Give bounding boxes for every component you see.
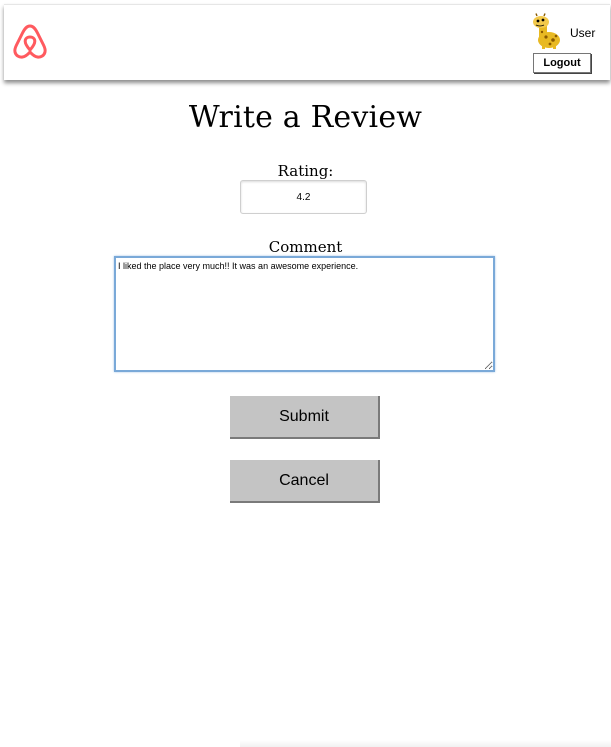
airbnb-logo-icon[interactable] [12, 19, 48, 61]
rating-label: Rating: [277, 162, 334, 180]
giraffe-avatar-icon [533, 13, 560, 49]
cancel-button[interactable]: Cancel [230, 460, 380, 503]
page-title: Write a Review [188, 100, 423, 135]
submit-button[interactable]: Submit [230, 396, 380, 439]
logout-button[interactable]: Logout [533, 53, 591, 73]
comment-textarea[interactable]: I liked the place very much!! It was an … [114, 256, 495, 372]
rating-input[interactable] [240, 180, 367, 214]
bottom-shadow [240, 740, 611, 747]
comment-label: Comment [268, 238, 343, 256]
review-page: User Logout Write a Review Rating: Comme… [0, 0, 611, 747]
user-name: User [570, 26, 596, 40]
top-header: User Logout [4, 4, 610, 80]
